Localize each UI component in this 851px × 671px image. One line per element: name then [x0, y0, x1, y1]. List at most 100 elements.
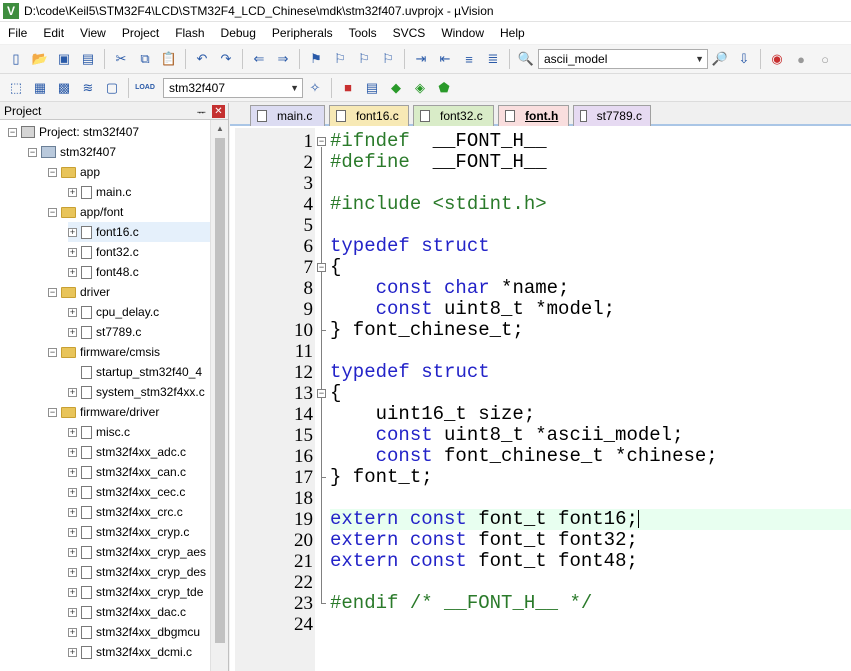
- code-line[interactable]: } font_chinese_t;: [330, 320, 524, 341]
- incremental-find-icon[interactable]: ⇩: [734, 49, 754, 69]
- save-icon[interactable]: ▣: [54, 49, 74, 69]
- tree-item[interactable]: − firmware/cmsis: [48, 342, 160, 362]
- uncomment-icon[interactable]: ≣: [483, 49, 503, 69]
- expand-icon[interactable]: +: [68, 327, 77, 337]
- expand-icon[interactable]: +: [68, 427, 77, 437]
- tree-item[interactable]: + main.c: [68, 182, 131, 202]
- manage-components-icon[interactable]: ■: [338, 78, 358, 98]
- tab-main-c[interactable]: main.c: [250, 105, 325, 126]
- manage-rte-icon[interactable]: ▤: [362, 78, 382, 98]
- menu-file[interactable]: File: [0, 22, 35, 44]
- find-in-files-icon[interactable]: 🔍: [516, 49, 536, 69]
- tree-item[interactable]: − firmware/driver: [48, 402, 159, 422]
- expand-icon[interactable]: +: [68, 567, 77, 577]
- fold-collapse-icon[interactable]: −: [317, 263, 326, 272]
- expand-icon[interactable]: +: [68, 447, 77, 457]
- breakpoint-icon[interactable]: ●: [791, 49, 811, 69]
- target-options-icon[interactable]: ✧: [305, 78, 325, 98]
- redo-icon[interactable]: ↷: [216, 49, 236, 69]
- tab-font32-c[interactable]: font32.c: [413, 105, 494, 126]
- collapse-icon[interactable]: [68, 368, 77, 377]
- translate-icon[interactable]: ⬚: [6, 78, 26, 98]
- tree-item[interactable]: + stm32f4xx_dbgmcu: [68, 622, 200, 642]
- select-packs-icon[interactable]: ◆: [386, 78, 406, 98]
- fold-collapse-icon[interactable]: −: [317, 137, 326, 146]
- code-line[interactable]: typedef struct: [330, 236, 490, 257]
- tree-item[interactable]: + stm32f4xx_adc.c: [68, 442, 186, 462]
- undo-icon[interactable]: ↶: [192, 49, 212, 69]
- code-line[interactable]: extern const font_t font16;: [330, 509, 851, 530]
- tree-item[interactable]: + stm32f4xx_cryp_des: [68, 562, 206, 582]
- expand-icon[interactable]: +: [68, 627, 77, 637]
- tree-item[interactable]: − app: [48, 162, 100, 182]
- tree-item[interactable]: + stm32f4xx_crc.c: [68, 502, 183, 522]
- expand-icon[interactable]: +: [68, 587, 77, 597]
- find-icon[interactable]: 🔎: [710, 49, 730, 69]
- code-line[interactable]: typedef struct: [330, 362, 490, 383]
- debug-session-icon[interactable]: ◉: [767, 49, 787, 69]
- build-icon[interactable]: ▦: [30, 78, 50, 98]
- expand-icon[interactable]: +: [68, 527, 77, 537]
- next-bookmark-icon[interactable]: ⚐: [354, 49, 374, 69]
- tree-item[interactable]: + stm32f4xx_can.c: [68, 462, 186, 482]
- scroll-up-icon[interactable]: ▲: [211, 120, 229, 137]
- menu-view[interactable]: View: [72, 22, 114, 44]
- tree-item[interactable]: − Project: stm32f407: [8, 122, 139, 142]
- load-icon[interactable]: LOAD: [135, 78, 155, 98]
- fold-collapse-icon[interactable]: −: [317, 389, 326, 398]
- expand-icon[interactable]: +: [68, 607, 77, 617]
- stop-build-icon[interactable]: ▢: [102, 78, 122, 98]
- code-line[interactable]: const char *name;: [330, 278, 570, 299]
- bookmark-icon[interactable]: ⚑: [306, 49, 326, 69]
- batch-build-icon[interactable]: ≋: [78, 78, 98, 98]
- code-line[interactable]: #endif /* __FONT_H__ */: [330, 593, 592, 614]
- tree-item[interactable]: + stm32f4xx_dcmi.c: [68, 642, 192, 662]
- menu-debug[interactable]: Debug: [213, 22, 264, 44]
- code-line[interactable]: #define __FONT_H__: [330, 152, 547, 173]
- collapse-icon[interactable]: −: [48, 407, 57, 417]
- tree-item[interactable]: + stm32f4xx_cryp_tde: [68, 582, 203, 602]
- code-line[interactable]: #ifndef __FONT_H__: [330, 131, 547, 152]
- code-line[interactable]: } font_t;: [330, 467, 433, 488]
- pin-icon[interactable]: ᅲ: [197, 104, 206, 119]
- close-icon[interactable]: ✕: [212, 104, 225, 118]
- disable-breakpoint-icon[interactable]: ○: [815, 49, 835, 69]
- menu-peripherals[interactable]: Peripherals: [264, 22, 341, 44]
- code-line[interactable]: {: [330, 383, 341, 404]
- pack-installer-icon[interactable]: ◈: [410, 78, 430, 98]
- tree-item[interactable]: + stm32f4xx_cryp.c: [68, 522, 189, 542]
- expand-icon[interactable]: +: [68, 307, 77, 317]
- code-line[interactable]: const uint8_t *model;: [330, 299, 615, 320]
- menu-flash[interactable]: Flash: [167, 22, 212, 44]
- tree-scrollbar[interactable]: ▲: [210, 120, 228, 671]
- expand-icon[interactable]: +: [68, 247, 77, 257]
- collapse-icon[interactable]: −: [48, 287, 57, 297]
- paste-icon[interactable]: 📋: [159, 49, 179, 69]
- collapse-icon[interactable]: −: [48, 167, 57, 177]
- menu-svcs[interactable]: SVCS: [385, 22, 434, 44]
- target-combo[interactable]: stm32f407 ▼: [163, 77, 303, 98]
- indent-icon[interactable]: ⇥: [411, 49, 431, 69]
- tree-item[interactable]: + font32.c: [68, 242, 139, 262]
- collapse-icon[interactable]: −: [48, 347, 57, 357]
- nav-back-icon[interactable]: ⇐: [249, 49, 269, 69]
- save-all-icon[interactable]: ▤: [78, 49, 98, 69]
- expand-icon[interactable]: +: [68, 387, 77, 397]
- expand-icon[interactable]: +: [68, 467, 77, 477]
- tree-item[interactable]: + stm32f4xx_cryp_aes: [68, 542, 206, 562]
- clear-bookmarks-icon[interactable]: ⚐: [378, 49, 398, 69]
- tree-item[interactable]: + system_stm32f4xx.c: [68, 382, 205, 402]
- tree-item[interactable]: + stm32f4xx_dac.c: [68, 602, 186, 622]
- prev-bookmark-icon[interactable]: ⚐: [330, 49, 350, 69]
- tree-item[interactable]: + misc.c: [68, 422, 130, 442]
- expand-icon[interactable]: +: [68, 487, 77, 497]
- code-line[interactable]: const font_chinese_t *chinese;: [330, 446, 718, 467]
- collapse-icon[interactable]: −: [8, 127, 17, 137]
- menu-project[interactable]: Project: [114, 22, 167, 44]
- rebuild-icon[interactable]: ▩: [54, 78, 74, 98]
- comment-icon[interactable]: ≡: [459, 49, 479, 69]
- collapse-icon[interactable]: −: [28, 147, 37, 157]
- menu-tools[interactable]: Tools: [341, 22, 385, 44]
- code-line[interactable]: #include <stdint.h>: [330, 194, 547, 215]
- expand-icon[interactable]: +: [68, 507, 77, 517]
